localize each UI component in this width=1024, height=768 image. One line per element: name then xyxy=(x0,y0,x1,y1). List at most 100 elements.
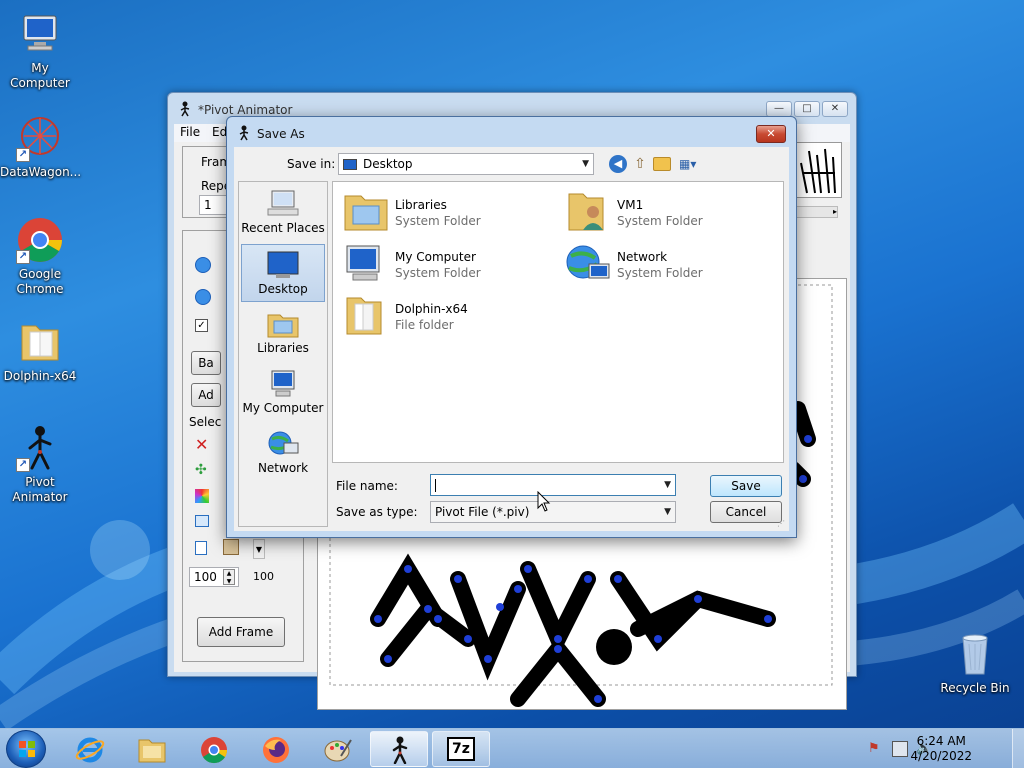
list-item-libraries[interactable]: Libraries System Folder xyxy=(337,186,557,236)
stickman-icon: ↗ xyxy=(16,424,64,472)
taskbar-file-explorer[interactable] xyxy=(122,731,180,767)
back-button[interactable]: Ba xyxy=(191,351,221,375)
computer-icon xyxy=(266,369,300,399)
item-type: File folder xyxy=(395,318,454,332)
loop-checkbox[interactable]: ✓ xyxy=(195,319,208,332)
place-label: Recent Places xyxy=(241,221,325,235)
desktop-icon xyxy=(343,159,357,170)
save-as-dialog: Save As ✕ Save in: Desktop ▼ ◀ ⇧ ▦▾ Rece… xyxy=(226,116,797,538)
shortcut-arrow-icon: ↗ xyxy=(16,458,30,472)
cancel-button[interactable]: Cancel xyxy=(710,501,782,523)
item-name: Dolphin-x64 xyxy=(395,302,468,316)
place-label: Desktop xyxy=(258,282,308,296)
add-frame-button[interactable]: Add Frame xyxy=(197,617,285,647)
list-item-my-computer[interactable]: My Computer System Folder xyxy=(337,238,557,288)
new-folder-icon[interactable] xyxy=(653,157,671,171)
paste-dropdown[interactable]: ▼ xyxy=(253,539,265,559)
place-network[interactable]: Network xyxy=(241,424,325,482)
window-controls: — □ ✕ xyxy=(766,101,848,117)
taskbar-pivot-animator[interactable] xyxy=(370,731,428,767)
item-name: My Computer xyxy=(395,250,476,264)
save-in-value: Desktop xyxy=(363,157,413,171)
menu-edit[interactable]: Ed xyxy=(212,125,227,139)
chevron-down-icon[interactable]: ▼ xyxy=(664,475,671,495)
dialog-title: Save As xyxy=(257,127,305,141)
computer-icon xyxy=(16,10,64,58)
dialog-close-button[interactable]: ✕ xyxy=(756,125,786,143)
internet-explorer-icon xyxy=(75,737,105,763)
item-type: System Folder xyxy=(617,266,703,280)
desktop-icon-label: Google Chrome xyxy=(16,267,64,296)
frame-strip-scrollbar[interactable]: ▸ xyxy=(794,206,838,218)
network-tray-icon[interactable] xyxy=(892,741,908,757)
place-my-computer[interactable]: My Computer xyxy=(241,364,325,422)
paint-icon xyxy=(324,739,352,762)
save-as-type-dropdown[interactable]: Pivot File (*.piv) ▼ xyxy=(430,501,676,523)
list-item-network[interactable]: Network System Folder xyxy=(559,238,779,288)
maximize-button[interactable]: □ xyxy=(794,101,820,117)
view-menu-icon[interactable]: ▦▾ xyxy=(679,155,705,173)
desktop-icon-pivot[interactable]: ↗ Pivot Animator xyxy=(0,424,80,505)
taskbar-firefox[interactable] xyxy=(246,731,304,767)
stickman-icon xyxy=(180,101,190,117)
resize-grip[interactable]: ⋰ xyxy=(777,519,787,529)
user-folder-icon xyxy=(565,190,611,234)
save-in-dropdown[interactable]: Desktop ▼ xyxy=(338,153,594,175)
show-desktop-button[interactable] xyxy=(1012,729,1024,768)
chrome-icon: ↗ xyxy=(16,216,64,264)
desktop-icon-recycle-bin[interactable]: Recycle Bin xyxy=(935,630,1015,696)
system-clock[interactable]: 6:24 AM 4/20/2022 xyxy=(910,734,972,764)
select-label: Selec xyxy=(189,415,222,429)
size-stepper[interactable]: ▲ ▼ xyxy=(223,569,235,585)
menu-file[interactable]: File xyxy=(180,125,200,139)
start-button[interactable] xyxy=(6,730,46,768)
color-icon[interactable] xyxy=(195,489,209,503)
minimize-button[interactable]: — xyxy=(766,101,792,117)
delete-icon[interactable]: ✕ xyxy=(195,437,208,453)
place-libraries[interactable]: Libraries xyxy=(241,304,325,362)
desktop-icon-label: Dolphin-x64 xyxy=(3,369,77,383)
list-item-dolphin[interactable]: Dolphin-x64 File folder xyxy=(337,290,557,340)
7zip-icon: 7z xyxy=(447,737,475,761)
copy-icon[interactable] xyxy=(195,541,207,555)
desktop-icon xyxy=(266,250,300,280)
list-item-vm1[interactable]: VM1 System Folder xyxy=(559,186,779,236)
desktop-icon-chrome[interactable]: ↗ Google Chrome xyxy=(0,216,80,297)
frame-thumbnail[interactable] xyxy=(794,142,842,198)
network-icon xyxy=(565,242,611,286)
up-folder-icon[interactable]: ⇧ xyxy=(631,155,649,173)
taskbar: 7z ⚑ 🔈 6:24 AM 4/20/2022 xyxy=(0,728,1024,768)
places-bar: Recent Places Desktop Libraries My Compu… xyxy=(238,181,328,527)
close-button[interactable]: ✕ xyxy=(822,101,848,117)
play-icon[interactable] xyxy=(195,257,211,273)
libraries-icon xyxy=(266,309,300,339)
action-center-flag-icon[interactable]: ⚑ xyxy=(868,741,884,757)
place-label: Network xyxy=(257,461,309,475)
chevron-down-icon: ▼ xyxy=(582,159,589,169)
back-arrow-icon[interactable]: ◀ xyxy=(609,155,627,173)
desktop-icon-dolphin[interactable]: Dolphin-x64 xyxy=(0,318,80,384)
clock-time: 6:24 AM xyxy=(916,734,966,748)
stop-icon[interactable] xyxy=(195,289,211,305)
paste-icon[interactable] xyxy=(223,539,239,555)
folder-icon xyxy=(343,294,389,338)
item-type: System Folder xyxy=(395,214,481,228)
save-button[interactable]: Save xyxy=(710,475,782,497)
place-desktop[interactable]: Desktop xyxy=(241,244,325,302)
taskbar-7zip[interactable]: 7z xyxy=(432,731,490,767)
duplicate-icon[interactable] xyxy=(195,515,209,527)
center-icon[interactable]: ✣ xyxy=(195,463,207,477)
mouse-cursor-icon xyxy=(537,491,551,512)
taskbar-internet-explorer[interactable] xyxy=(60,731,118,767)
add-button[interactable]: Ad xyxy=(191,383,221,407)
place-recent-places[interactable]: Recent Places xyxy=(241,184,325,242)
desktop-icon-my-computer[interactable]: My Computer xyxy=(0,10,80,91)
taskbar-paint[interactable] xyxy=(308,731,366,767)
desktop-icon-datawagon[interactable]: ↗ DataWagon... xyxy=(0,114,81,180)
file-name-input[interactable]: ▼ xyxy=(430,474,676,496)
libraries-icon xyxy=(343,190,389,234)
clock-date: 4/20/2022 xyxy=(910,749,972,763)
stickman-icon xyxy=(239,125,249,141)
place-label: Libraries xyxy=(257,341,309,355)
taskbar-chrome[interactable] xyxy=(184,731,242,767)
